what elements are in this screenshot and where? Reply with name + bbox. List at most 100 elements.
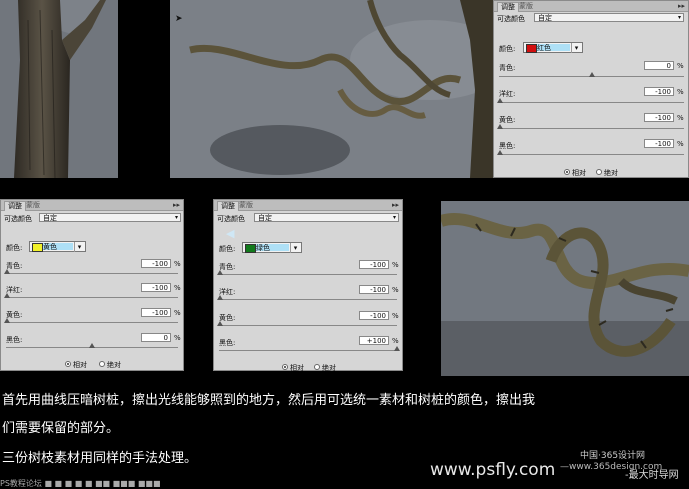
cyan-slider-thumb[interactable] <box>4 269 10 274</box>
watermark-url: www.psfly.com <box>430 460 556 480</box>
absolute-radio[interactable] <box>596 169 602 175</box>
magenta-slider-thumb[interactable] <box>217 295 223 300</box>
color-select[interactable]: 红色 ▾ <box>523 42 583 53</box>
color-select[interactable]: 绿色 ▾ <box>242 242 302 253</box>
cyan-input[interactable]: 0 <box>644 61 674 70</box>
preset-dropdown[interactable]: 自定 ▾ <box>254 213 399 222</box>
trunk-photo <box>0 0 118 178</box>
percent-sign: % <box>677 88 684 96</box>
percent-sign: % <box>677 114 684 122</box>
yellow-slider-track[interactable] <box>499 128 684 129</box>
relative-radio[interactable] <box>282 364 288 370</box>
magenta-slider-track[interactable] <box>219 299 397 300</box>
preset-value: 自定 <box>538 14 552 22</box>
cursor-arrow-icon: ◀ <box>226 227 235 240</box>
cyan-slider-track[interactable] <box>219 274 397 275</box>
caption-line-1: 首先用曲线压暗树桩，擦出光线能够照到的地方，然后用可选统一素材和树桩的颜色，擦出… <box>2 393 536 408</box>
preset-label: 可选颜色 <box>217 215 245 223</box>
thorny-branch-illustration <box>441 201 689 376</box>
cyan-input[interactable]: -100 <box>359 260 389 269</box>
yellow-slider-track[interactable] <box>6 322 178 323</box>
caption-line-2: 们需要保留的部分。 <box>2 421 120 436</box>
percent-sign: % <box>174 334 181 342</box>
magenta-slider-track[interactable] <box>6 297 178 298</box>
chevron-down-icon: ▾ <box>74 242 84 252</box>
percent-sign: % <box>677 140 684 148</box>
yellow-slider-track[interactable] <box>219 325 397 326</box>
relative-radio[interactable] <box>564 169 570 175</box>
black-input[interactable]: -100 <box>644 139 674 148</box>
watermark-bottom: PS教程论坛 ■ ■ ■ ■ ■ ■■ ■■■ ■■■ <box>0 479 161 488</box>
percent-sign: % <box>174 260 181 268</box>
preset-label: 可选颜色 <box>4 215 32 223</box>
branches-photo: ➤ <box>170 0 493 178</box>
chevron-down-icon: ▾ <box>290 243 300 253</box>
chevron-down-icon: ▾ <box>677 14 681 21</box>
magenta-input[interactable]: -100 <box>141 283 171 292</box>
panel-menu-icon[interactable]: ▸▸ <box>173 201 180 209</box>
trunk-illustration <box>0 0 118 178</box>
black-label: 黑色: <box>6 336 23 344</box>
yellow-slider-thumb[interactable] <box>497 124 503 129</box>
percent-sign: % <box>174 309 181 317</box>
cyan-slider-thumb[interactable] <box>589 72 595 77</box>
cyan-slider-track[interactable] <box>6 273 178 274</box>
yellow-input[interactable]: -100 <box>644 113 674 122</box>
tab-masks[interactable]: 蒙版 <box>236 201 256 210</box>
magenta-input[interactable]: -100 <box>359 285 389 294</box>
black-slider-track[interactable] <box>219 350 397 351</box>
panel-menu-icon[interactable]: ▸▸ <box>678 2 685 10</box>
percent-sign: % <box>677 62 684 70</box>
yellow-slider-thumb[interactable] <box>4 318 10 323</box>
mouse-cursor-icon: ➤ <box>175 14 183 24</box>
color-swatch <box>32 243 43 252</box>
panel-menu-icon[interactable]: ▸▸ <box>392 201 399 209</box>
black-input[interactable]: 0 <box>141 333 171 342</box>
cyan-input[interactable]: -100 <box>141 259 171 268</box>
absolute-label: 绝对 <box>322 364 336 372</box>
caption-line-3: 三份树枝素材用同样的手法处理。 <box>2 451 198 466</box>
relative-label: 相对 <box>73 361 87 369</box>
black-input[interactable]: +100 <box>359 336 389 345</box>
color-label: 颜色: <box>219 245 236 253</box>
black-slider-thumb[interactable] <box>394 346 400 351</box>
absolute-label: 绝对 <box>604 169 618 177</box>
absolute-radio[interactable] <box>314 364 320 370</box>
magenta-slider-thumb[interactable] <box>4 293 10 298</box>
chevron-down-icon: ▾ <box>571 43 581 53</box>
black-slider-thumb[interactable] <box>497 150 503 155</box>
adjustments-panel-yellow: 调整 蒙版 ▸▸ 可选颜色 自定 ▾ 颜色: 黄色 ▾ 青色: -100 % 洋… <box>0 199 184 371</box>
yellow-input[interactable]: -100 <box>141 308 171 317</box>
preset-dropdown[interactable]: 自定 ▾ <box>39 213 181 222</box>
preset-value: 自定 <box>43 214 57 222</box>
cyan-slider-thumb[interactable] <box>217 270 223 275</box>
magenta-input[interactable]: -100 <box>644 87 674 96</box>
magenta-slider-track[interactable] <box>499 102 684 103</box>
preset-dropdown[interactable]: 自定 ▾ <box>534 13 684 22</box>
relative-label: 相对 <box>290 364 304 372</box>
color-label: 颜色: <box>6 244 23 252</box>
yellow-slider-thumb[interactable] <box>217 321 223 326</box>
watermark-brand: -最大时导网 <box>625 470 679 481</box>
tab-masks[interactable]: 蒙版 <box>516 2 536 11</box>
color-name: 红色 <box>537 44 551 52</box>
color-swatch <box>526 44 537 53</box>
chevron-down-icon: ▾ <box>174 214 178 221</box>
panel-tab-bar: 调整 蒙版 ▸▸ <box>1 200 183 211</box>
yellow-input[interactable]: -100 <box>359 311 389 320</box>
magenta-slider-thumb[interactable] <box>497 98 503 103</box>
cyan-label: 青色: <box>499 64 516 72</box>
panel-tab-bar: 调整 蒙版 ▸▸ <box>494 1 688 12</box>
color-label: 颜色: <box>499 45 516 53</box>
tab-masks[interactable]: 蒙版 <box>23 201 43 210</box>
relative-radio[interactable] <box>65 361 71 367</box>
black-slider-thumb[interactable] <box>89 343 95 348</box>
absolute-radio[interactable] <box>99 361 105 367</box>
black-slider-track[interactable] <box>499 154 684 155</box>
relative-label: 相对 <box>572 169 586 177</box>
preset-label: 可选颜色 <box>497 15 525 23</box>
color-name: 黄色 <box>43 243 57 251</box>
adjustments-panel-green: 调整 蒙版 ▸▸ 可选颜色 自定 ▾ ◀ 颜色: 绿色 ▾ 青色: -100 %… <box>213 199 403 372</box>
color-select[interactable]: 黄色 ▾ <box>29 241 86 252</box>
chevron-down-icon: ▾ <box>392 214 396 221</box>
